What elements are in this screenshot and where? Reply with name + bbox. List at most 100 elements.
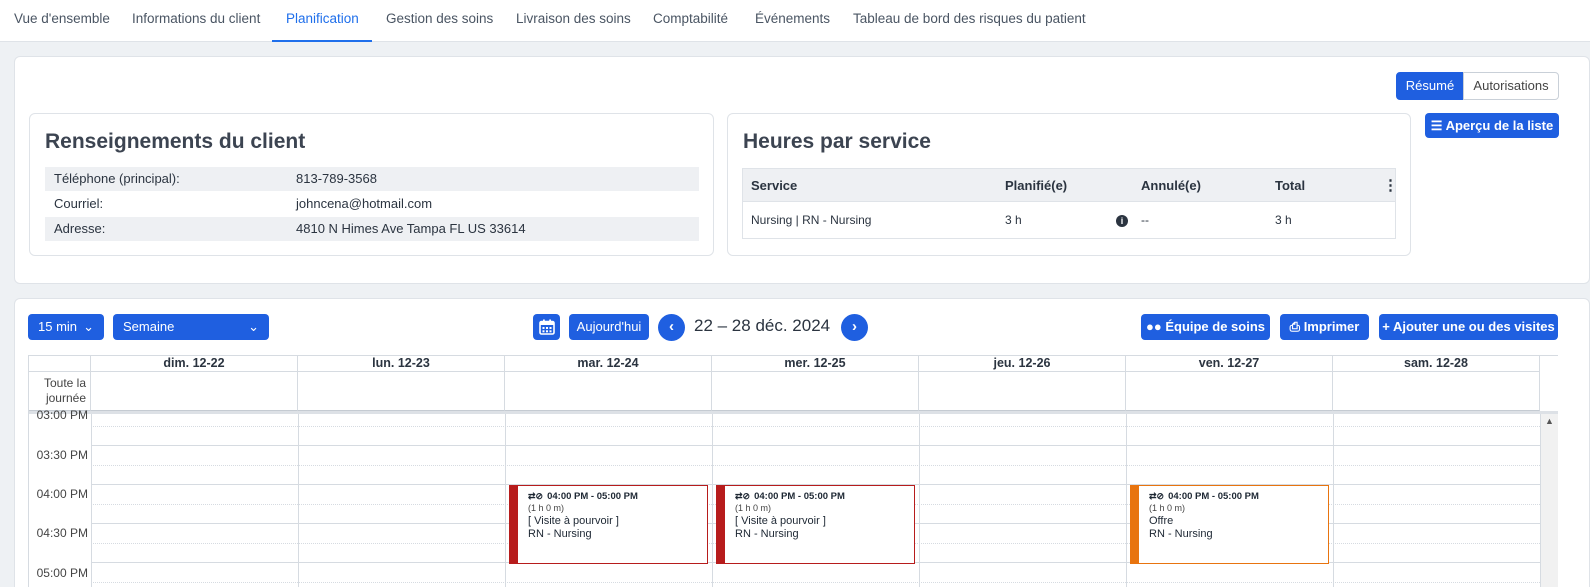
view-select[interactable]: Semaine ⌄ <box>113 314 269 340</box>
visit-event[interactable]: ⇄⊘ 04:00 PM - 05:00 PM (1 h 0 m) Offre RN… <box>1130 485 1329 564</box>
col-cancelled: Annulé(e) <box>1141 178 1201 193</box>
print-button[interactable]: ⎙ Imprimer <box>1280 314 1369 340</box>
vertical-scrollbar[interactable]: ▲ <box>1541 414 1558 587</box>
event-status: Offre <box>1149 515 1174 527</box>
grid-line <box>91 414 92 587</box>
event-status-bar <box>1131 486 1139 563</box>
list-preview-button[interactable]: ☰ Aperçu de la liste <box>1425 113 1559 138</box>
grid-line <box>298 414 299 587</box>
all-day-cell[interactable] <box>1126 372 1333 411</box>
add-visits-label: Ajouter une ou des visites <box>1392 319 1555 334</box>
calendar-icon <box>538 319 555 335</box>
total-hours: 3 h <box>1275 213 1292 227</box>
care-team-button[interactable]: ●● Équipe de soins <box>1141 314 1270 340</box>
day-header: ven. 12-27 <box>1126 356 1333 372</box>
tab-patient-risk-dashboard[interactable]: Tableau de bord des risques du patient <box>839 0 1100 42</box>
tab-overview[interactable]: Vue d'ensemble <box>0 0 124 42</box>
recurring-icon: ⇄⊘ <box>735 491 751 501</box>
client-info-card: Renseignements du client Téléphone (prin… <box>29 113 714 256</box>
print-label: Imprimer <box>1303 319 1360 334</box>
all-day-cell[interactable] <box>919 372 1126 411</box>
grid-line <box>505 414 506 587</box>
printer-icon: ⎙ <box>1289 319 1301 334</box>
time-label: 03:30 PM <box>36 448 88 462</box>
users-icon: ●● <box>1145 319 1162 334</box>
event-status-bar <box>717 486 725 563</box>
chevron-down-icon: ⌄ <box>83 319 94 334</box>
day-header: mar. 12-24 <box>505 356 712 372</box>
hours-by-service-card: Heures par service Service Planifié(e) A… <box>727 113 1411 256</box>
all-day-cell[interactable] <box>91 372 298 411</box>
event-status: [ Visite à pourvoir ] <box>735 515 826 527</box>
tab-events[interactable]: Événements <box>741 0 844 42</box>
all-day-cell[interactable] <box>1333 372 1540 411</box>
event-service: RN - Nursing <box>1149 528 1213 540</box>
client-info-title: Renseignements du client <box>45 130 306 153</box>
client-info-row: Téléphone (principal): 813-789-3568 <box>45 167 699 191</box>
week-calendar-grid: dim. 12-22 lun. 12-23 mar. 12-24 mer. 12… <box>28 355 1558 587</box>
event-service: RN - Nursing <box>528 528 592 540</box>
tab-client-info[interactable]: Informations du client <box>118 0 274 42</box>
top-tab-bar: Vue d'ensemble Informations du client Pl… <box>0 0 1590 42</box>
scroll-up-icon[interactable]: ▲ <box>1545 416 1554 426</box>
authorizations-toggle-button[interactable]: Autorisations <box>1463 72 1559 100</box>
client-info-row: Courriel: johncena@hotmail.com <box>45 192 699 216</box>
table-row: Nursing | RN - Nursing 3 h i -- 3 h <box>743 203 1395 238</box>
service-hours-table: Service Planifié(e) Annulé(e) Total ⋮ Nu… <box>742 168 1398 239</box>
table-header: Service Planifié(e) Annulé(e) Total ⋮ <box>743 169 1398 202</box>
next-week-button[interactable]: › <box>841 314 868 341</box>
summary-panel: Résumé Autorisations ☰ Aperçu de la list… <box>14 56 1590 284</box>
recurring-icon: ⇄⊘ <box>528 491 544 501</box>
phone-value: 813-789-3568 <box>296 171 377 186</box>
address-value: 4810 N Himes Ave Tampa FL US 33614 <box>296 221 526 236</box>
interval-value: 15 min <box>38 319 78 334</box>
event-time: 04:00 PM - 05:00 PM <box>754 491 845 502</box>
event-service: RN - Nursing <box>735 528 799 540</box>
email-label: Courriel: <box>54 196 104 211</box>
tab-scheduling[interactable]: Planification <box>272 0 372 42</box>
day-header: jeu. 12-26 <box>919 356 1126 372</box>
grid-line <box>1333 414 1334 587</box>
visit-event[interactable]: ⇄⊘ 04:00 PM - 05:00 PM (1 h 0 m) [ Visite… <box>509 485 708 564</box>
add-visits-button[interactable]: + Ajouter une ou des visites <box>1379 314 1558 340</box>
phone-label: Téléphone (principal): <box>54 171 180 186</box>
calendar-picker-button[interactable] <box>533 314 560 340</box>
grid-line <box>91 445 1540 446</box>
hours-by-service-title: Heures par service <box>743 130 931 153</box>
email-value: johncena@hotmail.com <box>296 196 433 211</box>
tab-accounting[interactable]: Comptabilité <box>639 0 742 42</box>
address-label: Adresse: <box>54 221 106 236</box>
visit-event[interactable]: ⇄⊘ 04:00 PM - 05:00 PM (1 h 0 m) [ Visite… <box>716 485 915 564</box>
tab-care-delivery[interactable]: Livraison des soins <box>502 0 645 42</box>
event-duration: (1 h 0 m) <box>735 503 772 513</box>
all-day-cell[interactable] <box>712 372 919 411</box>
info-icon[interactable]: i <box>1116 215 1128 227</box>
service-name: Nursing | RN - Nursing <box>751 213 872 227</box>
event-status-bar <box>510 486 518 563</box>
list-preview-label: Aperçu de la liste <box>1445 118 1554 133</box>
plus-icon: + <box>1382 319 1390 334</box>
time-label: 03:00 PM <box>36 408 88 422</box>
all-day-divider <box>29 411 1558 414</box>
col-service: Service <box>751 178 798 193</box>
day-header: lun. 12-23 <box>298 356 505 372</box>
summary-toggle-button[interactable]: Résumé <box>1396 72 1464 100</box>
previous-week-button[interactable]: ‹ <box>658 314 685 341</box>
all-day-label: Toute la journée <box>29 372 91 411</box>
tab-care-management[interactable]: Gestion des soins <box>372 0 507 42</box>
event-time: 04:00 PM - 05:00 PM <box>1168 491 1259 502</box>
time-label: 04:00 PM <box>36 487 88 501</box>
kebab-menu-icon[interactable]: ⋮ <box>1383 169 1398 202</box>
interval-select[interactable]: 15 min ⌄ <box>28 314 104 340</box>
all-day-cell[interactable] <box>298 372 505 411</box>
grid-line <box>91 465 1540 466</box>
grid-line <box>91 582 1540 583</box>
today-button[interactable]: Aujourd'hui <box>569 314 649 340</box>
time-gutter-header <box>29 356 91 372</box>
all-day-cell[interactable] <box>505 372 712 411</box>
event-duration: (1 h 0 m) <box>1149 503 1186 513</box>
grid-line <box>919 414 920 587</box>
grid-line <box>712 414 713 587</box>
date-range-label: 22 – 28 déc. 2024 <box>694 316 831 335</box>
col-planned: Planifié(e) <box>1005 178 1068 193</box>
